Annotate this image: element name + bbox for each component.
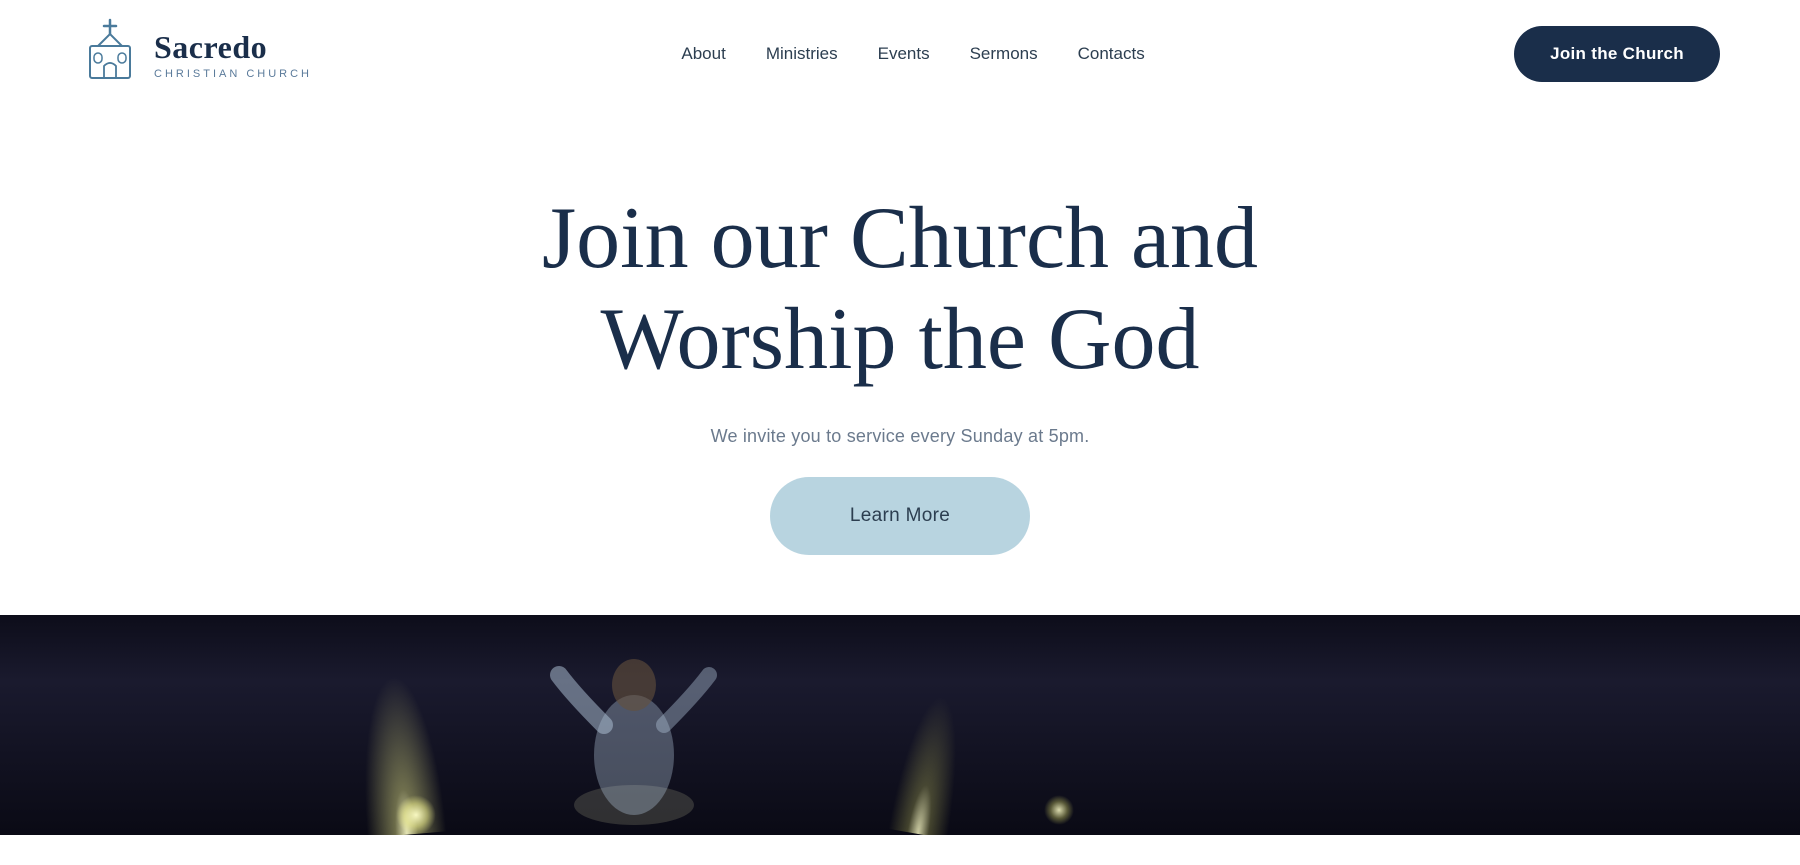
cta-container: Learn More — [770, 477, 1030, 555]
main-nav: About Ministries Events Sermons Contacts — [681, 44, 1144, 64]
nav-events[interactable]: Events — [878, 44, 930, 64]
nav-sermons[interactable]: Sermons — [970, 44, 1038, 64]
nav-about[interactable]: About — [681, 44, 725, 64]
join-church-button[interactable]: Join the Church — [1514, 26, 1720, 82]
brand-name: Sacredo — [154, 29, 312, 66]
hero-subtitle: We invite you to service every Sunday at… — [711, 426, 1090, 447]
brand-subtitle: CHRISTIAN CHURCH — [154, 68, 312, 80]
hero-image-section — [0, 615, 1800, 835]
logo: Sacredo CHRISTIAN CHURCH — [80, 18, 312, 90]
site-header: Sacredo CHRISTIAN CHURCH About Ministrie… — [0, 0, 1800, 108]
nav-contacts[interactable]: Contacts — [1078, 44, 1145, 64]
hero-section: Join our Church and Worship the God We i… — [0, 108, 1800, 615]
church-icon — [80, 18, 140, 90]
learn-more-button[interactable]: Learn More — [770, 477, 1030, 555]
hero-title: Join our Church and Worship the God — [542, 188, 1258, 390]
person-silhouette — [504, 625, 764, 835]
nav-ministries[interactable]: Ministries — [766, 44, 838, 64]
logo-text: Sacredo CHRISTIAN CHURCH — [154, 29, 312, 80]
